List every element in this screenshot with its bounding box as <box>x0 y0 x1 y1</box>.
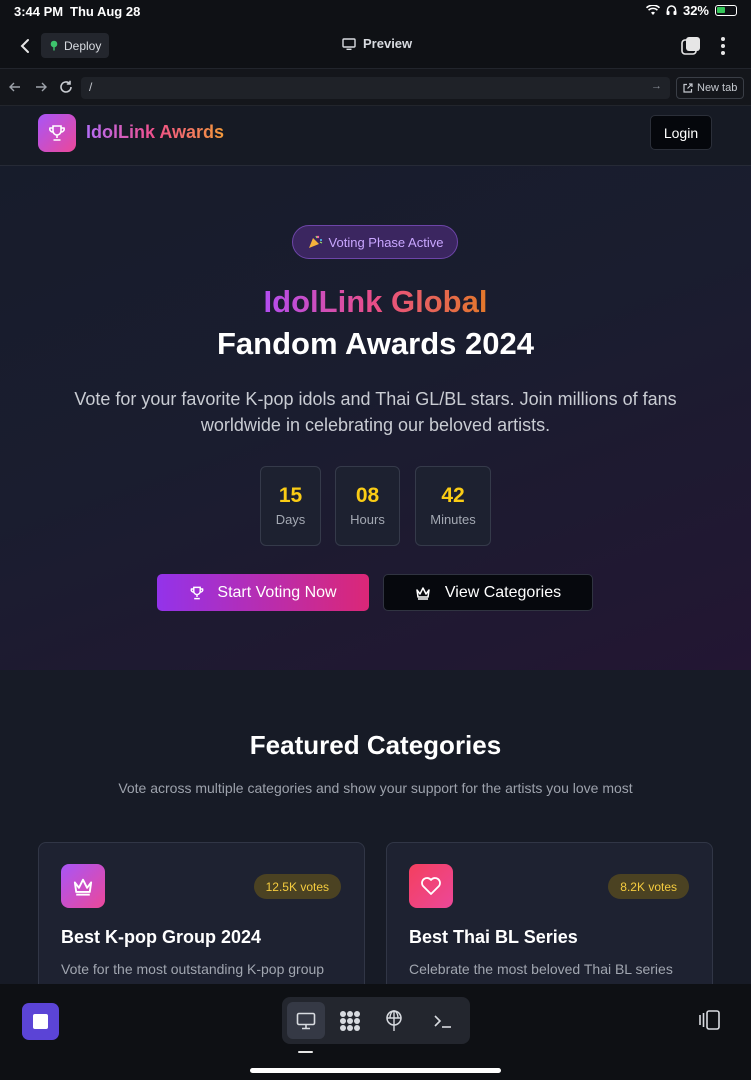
crown-icon-glyph <box>73 878 93 896</box>
start-voting-button[interactable]: Start Voting Now <box>157 574 369 611</box>
category-card[interactable]: 8.2K votes Best Thai BL Series Celebrate… <box>386 842 713 984</box>
logo[interactable] <box>38 114 76 152</box>
monitor-icon <box>342 37 356 50</box>
go-arrow-icon[interactable]: → <box>651 80 662 92</box>
arrow-right-icon <box>36 82 47 92</box>
voting-phase-label: Voting Phase Active <box>328 234 444 250</box>
deploy-view-button[interactable] <box>375 1002 413 1039</box>
category-card[interactable]: 12.5K votes Best K-pop Group 2024 Vote f… <box>38 842 365 984</box>
arrow-left-icon <box>9 82 20 92</box>
terminal-icon <box>434 1014 451 1028</box>
countdown-hours: 08 Hours <box>335 466 400 546</box>
tabs-icon <box>681 37 700 55</box>
heart-icon-glyph <box>421 877 441 895</box>
voting-phase-badge: Voting Phase Active <box>292 225 458 259</box>
status-time: 3:44 PM <box>14 4 64 19</box>
view-switcher <box>282 997 470 1044</box>
apps-view-button[interactable] <box>331 1002 369 1039</box>
view-categories-button[interactable]: View Categories <box>383 574 593 611</box>
card-title: Best Thai BL Series <box>409 927 578 947</box>
tree-icon <box>50 40 58 51</box>
votes-badge: 12.5K votes <box>253 874 341 899</box>
tabs-button[interactable] <box>680 35 702 57</box>
dot <box>721 37 725 41</box>
status-indicators: 32% <box>645 3 737 18</box>
deploy-label: Deploy <box>64 38 102 53</box>
url-bar: / → New tab <box>0 68 751 106</box>
countdown-unit: Hours <box>350 512 385 527</box>
chevron-left-icon <box>20 39 29 53</box>
wifi-icon <box>645 5 660 15</box>
devices-icon <box>699 1010 720 1030</box>
reload-icon <box>60 80 72 93</box>
hero-title-gradient: IdolLink Global <box>263 284 488 319</box>
hero-description: Vote for your favorite K-pop idols and T… <box>74 389 677 435</box>
card-description: Celebrate the most beloved Thai BL serie… <box>409 961 673 977</box>
hero-title-line2: Fandom Awards 2024 <box>216 326 534 361</box>
countdown-value: 42 <box>441 484 465 507</box>
featured-subtitle: Vote across multiple categories and show… <box>118 780 633 796</box>
active-tab-indicator <box>298 1051 313 1053</box>
countdown-minutes: 42 Minutes <box>415 466 491 546</box>
preview-title: Preview <box>342 36 412 51</box>
hero-section: Voting Phase Active IdolLink Global Fand… <box>0 166 751 670</box>
view-categories-label: View Categories <box>444 583 562 601</box>
battery-icon <box>715 5 737 16</box>
globe-pin-icon <box>386 1009 402 1031</box>
stop-button[interactable] <box>22 1003 59 1040</box>
deploy-button[interactable]: Deploy <box>41 33 110 58</box>
countdown-unit: Minutes <box>430 512 476 527</box>
apps-grid-icon <box>340 1010 360 1031</box>
crown-icon <box>61 864 105 908</box>
heart-icon <box>409 864 453 908</box>
crown-icon <box>416 586 430 600</box>
monitor-icon <box>296 1012 316 1029</box>
back-button[interactable] <box>14 34 36 58</box>
web-page: IdolLink Awards Login Voting Phase Activ… <box>0 106 751 984</box>
countdown-unit: Days <box>275 512 306 527</box>
device-toggle-button[interactable] <box>698 1010 724 1032</box>
battery-percent: 32% <box>682 3 709 18</box>
card-description: Vote for the most outstanding K-pop grou… <box>61 961 325 977</box>
new-tab-label: New tab <box>697 82 738 94</box>
dot <box>721 44 725 48</box>
external-link-icon <box>683 83 693 93</box>
preview-view-button[interactable] <box>287 1002 325 1039</box>
more-options-button[interactable] <box>716 35 730 57</box>
card-title: Best K-pop Group 2024 <box>61 927 262 947</box>
trophy-icon <box>49 125 65 141</box>
reload-button[interactable] <box>56 77 76 97</box>
countdown-value: 08 <box>355 484 380 507</box>
headphones-icon <box>666 5 677 15</box>
site-header: IdolLink Awards Login <box>0 106 751 166</box>
countdown-days: 15 Days <box>260 466 321 546</box>
url-text: / <box>89 80 93 94</box>
login-button[interactable]: Login <box>650 115 712 150</box>
nav-forward-button[interactable] <box>31 77 51 97</box>
votes-badge: 8.2K votes <box>608 874 689 899</box>
start-voting-label: Start Voting Now <box>217 583 337 601</box>
console-view-button[interactable] <box>424 1002 462 1039</box>
countdown-value: 15 <box>278 484 303 507</box>
featured-title: Featured Categories <box>249 730 502 760</box>
new-tab-button[interactable]: New tab <box>676 77 745 99</box>
dot <box>721 51 725 55</box>
hero-title-line1: IdolLink Global <box>0 284 751 320</box>
status-bar: 3:44 PM Thu Aug 28 32% <box>0 0 751 24</box>
app-bar: Deploy Preview <box>0 24 751 68</box>
featured-section: Featured Categories Vote across multiple… <box>0 670 751 984</box>
bottom-toolbar <box>0 984 751 1080</box>
url-input[interactable]: / → <box>81 77 670 99</box>
trophy-icon <box>190 586 204 599</box>
nav-back-button[interactable] <box>5 77 25 97</box>
brand-name[interactable]: IdolLink Awards <box>86 122 224 143</box>
status-date: Thu Aug 28 <box>70 4 141 19</box>
home-indicator <box>250 1068 501 1073</box>
party-popper-icon <box>308 235 322 248</box>
preview-label: Preview <box>363 36 413 51</box>
